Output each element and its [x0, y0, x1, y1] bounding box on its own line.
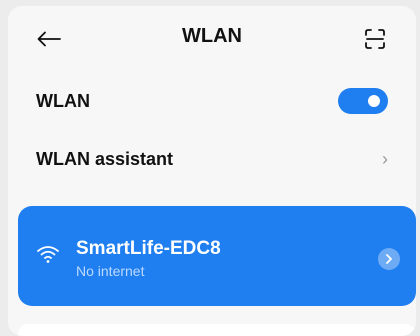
scan-icon	[365, 29, 385, 49]
chevron-right-icon	[386, 254, 392, 264]
toggle-knob	[368, 95, 380, 107]
wlan-assistant-label: WLAN assistant	[36, 148, 174, 169]
wlan-label: WLAN	[36, 90, 90, 111]
connected-network-item[interactable]: SmartLife-EDC8 No internet	[18, 206, 416, 306]
chevron-right-icon: ›	[382, 148, 388, 169]
wlan-row: WLAN	[8, 72, 416, 130]
network-ssid: SmartLife-EDC8	[76, 238, 221, 259]
scan-button[interactable]	[360, 24, 390, 54]
page-title: WLAN	[182, 25, 242, 47]
back-button[interactable]	[34, 24, 64, 54]
wlan-assistant-row[interactable]: WLAN assistant ›	[8, 130, 416, 188]
wlan-settings-panel: WLAN WLAN WLAN assistant › SmartLife-EDC…	[8, 6, 416, 336]
wifi-icon	[37, 246, 59, 263]
header: WLAN	[8, 6, 416, 70]
network-status: No internet	[76, 263, 145, 279]
network-details-button[interactable]	[378, 248, 400, 270]
network-list-card	[18, 324, 416, 336]
wlan-toggle[interactable]	[338, 88, 388, 114]
arrow-left-icon	[37, 31, 61, 47]
